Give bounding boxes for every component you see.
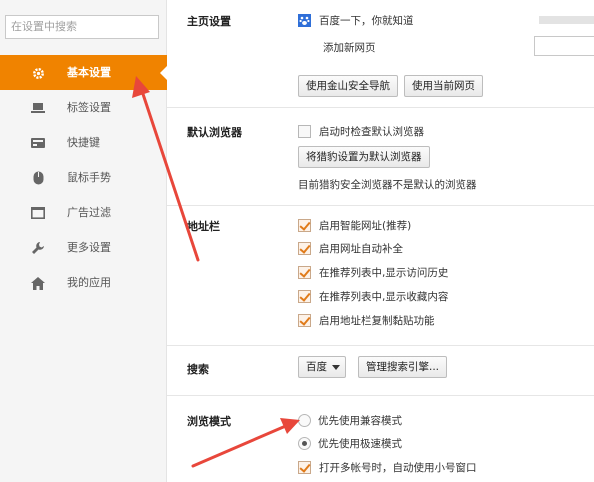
window-icon	[31, 206, 45, 220]
sidebar-item-label: 标签设置	[67, 101, 111, 114]
multi-account-checkbox[interactable]	[298, 461, 311, 474]
address-option-checkbox[interactable]	[298, 314, 311, 327]
settings-search-input[interactable]: 在设置中搜索	[5, 15, 159, 39]
compat-mode-label: 优先使用兼容模式	[318, 415, 402, 427]
sidebar-nav: 基本设置 标签设置 快捷键 鼠标手势 广告过滤 更多设置 我的应用	[0, 55, 168, 300]
address-option-checkbox[interactable]	[298, 219, 311, 232]
address-option-4[interactable]: 在推荐列表中,显示收藏内容	[298, 289, 448, 304]
address-bar-section: 地址栏 启用智能网址(推荐) 启用网址自动补全 在推荐列表中,显示访问历史 在推…	[167, 206, 594, 346]
sidebar-item-label: 基本设置	[67, 66, 111, 79]
sidebar-item-label: 我的应用	[67, 276, 111, 289]
compat-mode-option[interactable]: 优先使用兼容模式	[298, 413, 402, 428]
address-option-3[interactable]: 在推荐列表中,显示访问历史	[298, 265, 448, 280]
sidebar-item-more-settings[interactable]: 更多设置	[0, 230, 167, 265]
sidebar-item-my-apps[interactable]: 我的应用	[0, 265, 167, 300]
sidebar-item-shortcuts[interactable]: 快捷键	[0, 125, 167, 160]
homepage-entry[interactable]: 百度一下，你就知道	[298, 13, 414, 28]
add-new-page-label: 添加新网页	[323, 42, 376, 54]
dropdown-arrow-icon	[332, 365, 340, 370]
address-option-checkbox[interactable]	[298, 266, 311, 279]
address-option-2[interactable]: 启用网址自动补全	[298, 241, 403, 256]
address-option-label: 启用智能网址(推荐)	[319, 220, 412, 232]
wrench-icon	[31, 241, 45, 255]
fast-mode-radio[interactable]	[298, 437, 311, 450]
default-browser-title: 默认浏览器	[187, 126, 242, 139]
use-safe-nav-button[interactable]: 使用金山安全导航	[298, 75, 398, 97]
multi-account-label: 打开多帐号时，自动使用小号窗口	[319, 462, 477, 474]
new-page-input[interactable]	[534, 36, 594, 56]
multi-account-option[interactable]: 打开多帐号时，自动使用小号窗口	[298, 460, 477, 475]
manage-search-engines-button[interactable]: 管理搜索引擎...	[358, 356, 448, 378]
address-bar-title: 地址栏	[187, 220, 220, 233]
address-option-label: 启用网址自动补全	[319, 243, 403, 255]
check-default-on-start[interactable]: 启动时检查默认浏览器	[298, 124, 424, 139]
gear-icon	[31, 66, 45, 80]
check-default-label: 启动时检查默认浏览器	[319, 126, 424, 138]
compat-mode-radio[interactable]	[298, 414, 311, 427]
sidebar-item-basic-settings[interactable]: 基本设置	[0, 55, 168, 90]
address-option-label: 在推荐列表中,显示访问历史	[319, 267, 449, 279]
sidebar-item-label: 广告过滤	[67, 206, 111, 219]
fast-mode-option[interactable]: 优先使用极速模式	[298, 436, 402, 451]
search-engine-value: 百度	[306, 361, 327, 373]
set-default-browser-button[interactable]: 将猎豹设置为默认浏览器	[298, 146, 430, 168]
browse-mode-section: 浏览模式 优先使用兼容模式 优先使用极速模式 打开多帐号时，自动使用小号窗口	[167, 396, 594, 482]
keyboard-icon	[31, 136, 45, 150]
default-browser-status: 目前猎豹安全浏览器不是默认的浏览器	[298, 179, 477, 191]
address-option-5[interactable]: 启用地址栏复制黏贴功能	[298, 313, 435, 328]
address-option-1[interactable]: 启用智能网址(推荐)	[298, 218, 411, 233]
sidebar-item-tab-settings[interactable]: 标签设置	[0, 90, 167, 125]
search-engine-select[interactable]: 百度	[298, 356, 346, 378]
home-icon	[31, 276, 45, 290]
homepage-section: 主页设置 百度一下，你就知道 添加新网页 使用金山安全导航 使用当前网页	[167, 0, 594, 108]
fast-mode-label: 优先使用极速模式	[318, 438, 402, 450]
sidebar-item-ad-filter[interactable]: 广告过滤	[0, 195, 167, 230]
settings-main: 主页设置 百度一下，你就知道 添加新网页 使用金山安全导航 使用当前网页 默认浏…	[167, 0, 594, 482]
address-option-checkbox[interactable]	[298, 290, 311, 303]
use-current-page-button[interactable]: 使用当前网页	[404, 75, 483, 97]
blurred-text	[539, 16, 594, 24]
default-browser-section: 默认浏览器 启动时检查默认浏览器 将猎豹设置为默认浏览器 目前猎豹安全浏览器不是…	[167, 108, 594, 206]
sidebar-item-label: 鼠标手势	[67, 171, 111, 184]
homepage-section-title: 主页设置	[187, 15, 231, 28]
browse-mode-title: 浏览模式	[187, 415, 231, 428]
sidebar-item-mouse-gestures[interactable]: 鼠标手势	[0, 160, 167, 195]
homepage-url-label: 百度一下，你就知道	[319, 15, 414, 27]
address-option-checkbox[interactable]	[298, 242, 311, 255]
sidebar-item-label: 更多设置	[67, 241, 111, 254]
search-section: 搜索 百度 管理搜索引擎...	[167, 346, 594, 396]
laptop-icon	[31, 101, 45, 115]
baidu-paw-icon	[298, 14, 311, 27]
address-option-label: 启用地址栏复制黏贴功能	[319, 315, 435, 327]
address-option-label: 在推荐列表中,显示收藏内容	[319, 291, 449, 303]
search-title: 搜索	[187, 363, 209, 376]
mouse-icon	[31, 171, 45, 185]
sidebar-item-label: 快捷键	[67, 136, 100, 149]
settings-sidebar: 在设置中搜索 基本设置 标签设置 快捷键 鼠标手势 广告过滤 更多设置 我的应用	[0, 0, 168, 482]
check-default-checkbox[interactable]	[298, 125, 311, 138]
